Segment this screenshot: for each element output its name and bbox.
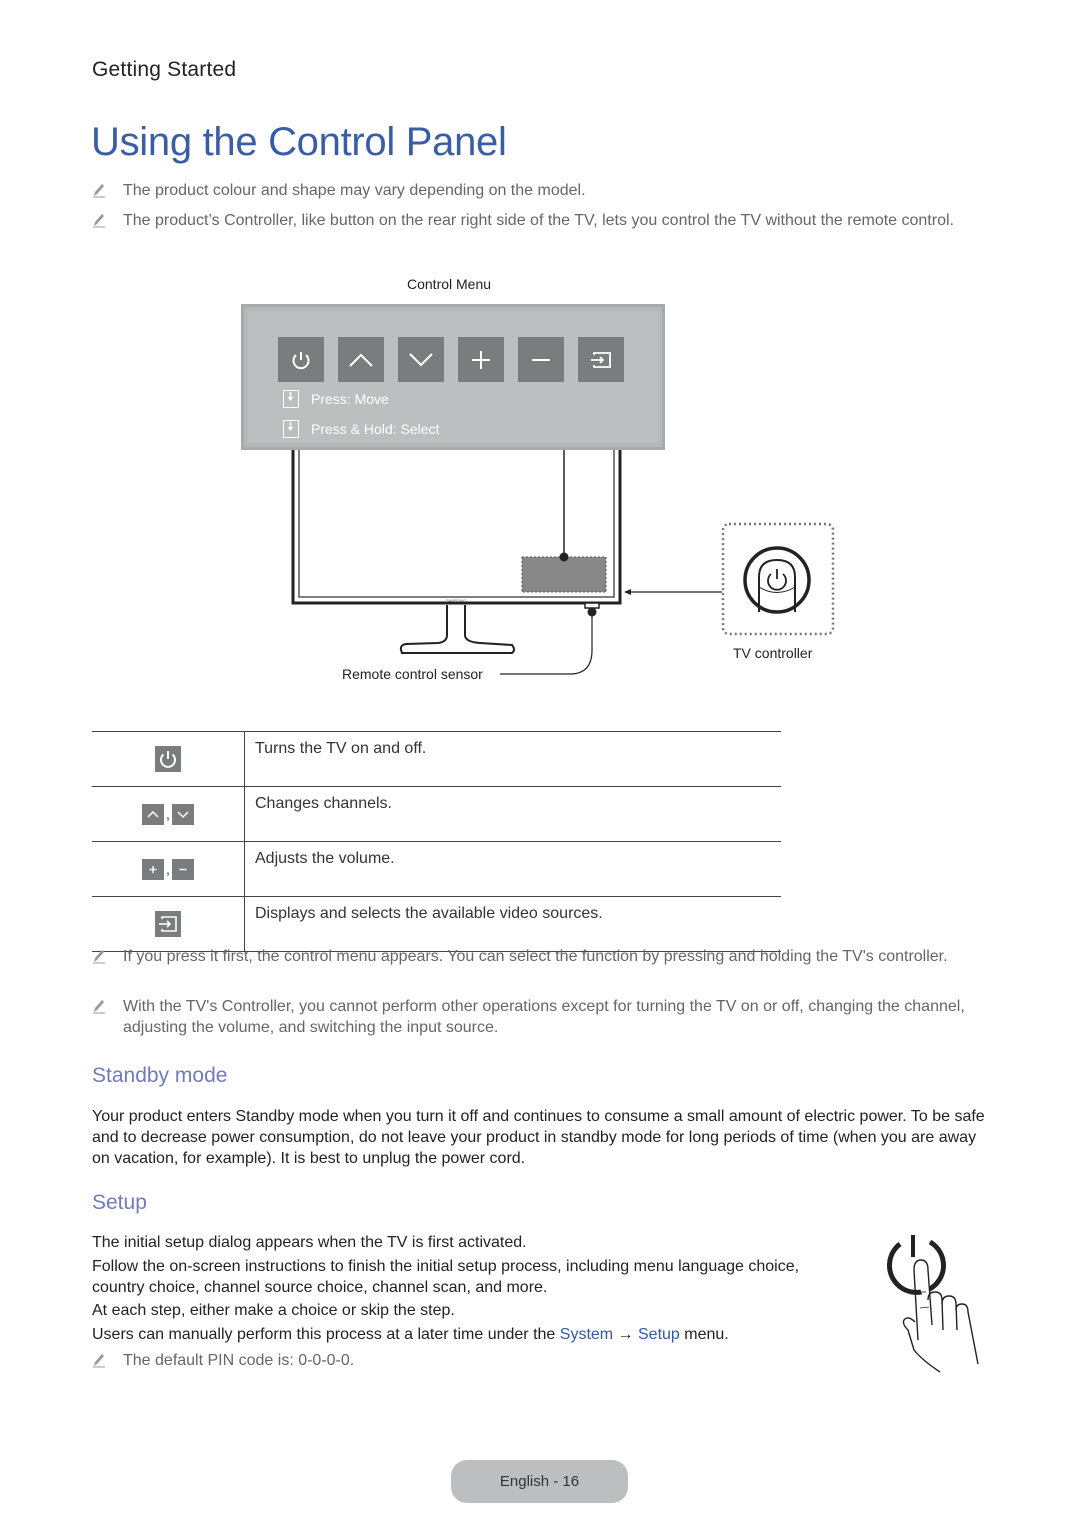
description-cell: Adjusts the volume. xyxy=(244,841,781,897)
description-cell: Changes channels. xyxy=(244,786,781,842)
plus-icon xyxy=(472,350,490,369)
control-menu-label: Control Menu xyxy=(407,276,492,292)
description-cell: Turns the TV on and off. xyxy=(244,731,781,787)
power-icon xyxy=(292,351,310,369)
press-hold-icon xyxy=(283,420,299,438)
hand-pressing-power-icon xyxy=(887,1235,979,1373)
power-icon xyxy=(155,746,181,772)
icon-separator: , xyxy=(166,806,170,822)
setup-line: Follow the on-screen instructions to fin… xyxy=(92,1258,800,1296)
tv-controller-label: TV controller xyxy=(733,645,813,661)
pencil-note-icon xyxy=(93,1354,105,1368)
press-icon xyxy=(283,390,299,408)
function-table: Turns the TV on and off. , Changes chann… xyxy=(92,731,781,952)
icon-separator: , xyxy=(166,861,170,877)
page-number-badge: English - 16 xyxy=(451,1460,628,1503)
minus-icon xyxy=(171,858,194,880)
pencil-note-icon xyxy=(93,1000,105,1014)
hint-select-text: Press & Hold: Select xyxy=(311,421,440,437)
description-cell: Displays and selects the available video… xyxy=(244,896,781,952)
channel-down-button[interactable] xyxy=(398,337,444,382)
note-text: With the TV's Controller, you cannot per… xyxy=(123,998,965,1036)
minus-icon xyxy=(532,358,550,361)
table-row: , Changes channels. xyxy=(92,786,781,842)
chevron-up-icon xyxy=(349,353,373,367)
setup-text: Users can manually perform this process … xyxy=(92,1326,560,1343)
pencil-note-icon xyxy=(93,184,105,198)
hint-move-text: Press: Move xyxy=(311,391,389,407)
icon-cell: , xyxy=(92,786,245,842)
icon-cell: , xyxy=(92,841,245,897)
source-input-icon xyxy=(591,351,611,368)
setup-line: At each step, either make a choice or sk… xyxy=(92,1302,455,1319)
hint-move: Press: Move xyxy=(283,390,389,408)
setup-heading: Setup xyxy=(92,1191,147,1214)
table-row: Turns the TV on and off. xyxy=(92,731,781,787)
standby-body: Your product enters Standby mode when yo… xyxy=(92,1108,985,1167)
note-text: If you press it first, the control menu … xyxy=(123,948,948,965)
section-label: Getting Started xyxy=(92,58,237,81)
setup-line: The initial setup dialog appears when th… xyxy=(92,1234,527,1251)
power-button[interactable] xyxy=(278,337,324,382)
standby-heading: Standby mode xyxy=(92,1064,228,1087)
plus-icon xyxy=(142,858,165,880)
volume-down-button[interactable] xyxy=(518,337,564,382)
note-text: The default PIN code is: 0-0-0-0. xyxy=(123,1352,355,1369)
setup-text: menu. xyxy=(679,1326,729,1343)
note-item: With the TV's Controller, you cannot per… xyxy=(92,996,972,1040)
brand-mark: SAMSUNG xyxy=(446,598,466,603)
note-item: If you press it first, the control menu … xyxy=(92,946,972,990)
note-text: The product’s Controller, like button on… xyxy=(123,212,954,229)
chevron-down-icon xyxy=(409,352,433,366)
page-title: Using the Control Panel xyxy=(91,120,507,164)
chevron-down-icon xyxy=(171,803,194,825)
setup-line: Users can manually perform this process … xyxy=(92,1324,852,1345)
icon-cell xyxy=(92,731,245,787)
pencil-note-icon xyxy=(93,950,105,964)
icon-cell xyxy=(92,896,245,952)
remote-sensor-label: Remote control sensor xyxy=(342,666,483,682)
pencil-note-icon xyxy=(93,214,105,228)
table-row: , Adjusts the volume. xyxy=(92,841,781,897)
control-menu-panel: Press: Move Press & Hold: Select xyxy=(241,304,665,450)
arrow-separator: → xyxy=(613,1326,638,1343)
note-item: The default PIN code is: 0-0-0-0. xyxy=(92,1350,692,1372)
chevron-up-icon xyxy=(142,803,165,825)
source-input-icon xyxy=(155,911,181,937)
table-row: Displays and selects the available video… xyxy=(92,896,781,952)
note-item: The product colour and shape may vary de… xyxy=(92,180,972,202)
source-button[interactable] xyxy=(578,337,624,382)
system-menu-link[interactable]: System xyxy=(560,1326,613,1343)
channel-up-button[interactable] xyxy=(338,337,384,382)
note-text: The product colour and shape may vary de… xyxy=(123,182,586,199)
hint-select: Press & Hold: Select xyxy=(283,420,439,438)
note-item: The product’s Controller, like button on… xyxy=(92,210,972,254)
setup-menu-link[interactable]: Setup xyxy=(638,1326,680,1343)
volume-up-button[interactable] xyxy=(458,337,504,382)
